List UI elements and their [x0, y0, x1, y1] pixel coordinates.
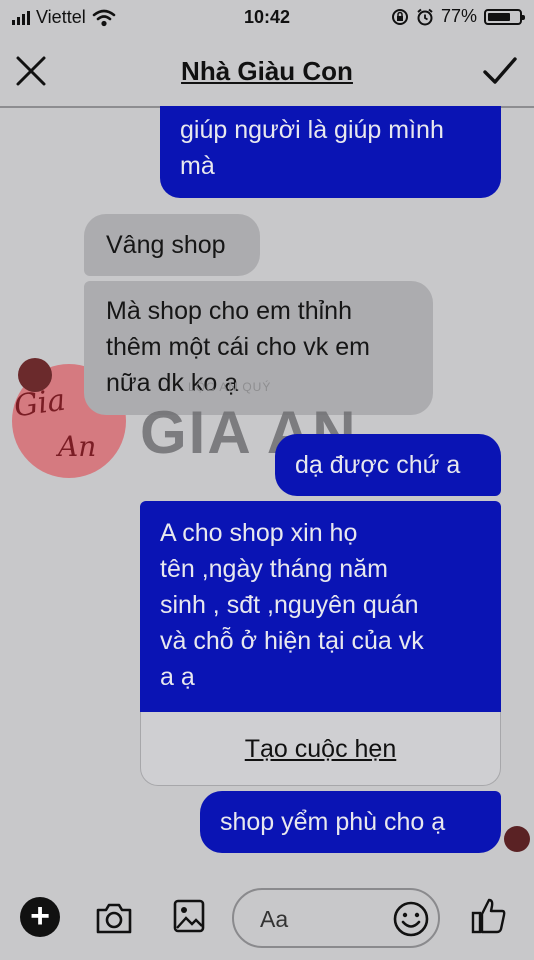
seen-avatar: [504, 826, 530, 852]
alarm-icon: [417, 8, 433, 25]
message-text: A cho shop xin họ tên ,ngày tháng năm si…: [160, 519, 424, 691]
message-bubble-incoming[interactable]: Mà shop cho em thỉnh thêm một cái cho vk…: [84, 281, 433, 415]
watermark-script-top: Gia: [11, 382, 68, 425]
conversation-title[interactable]: Nhà Giàu Con: [0, 56, 534, 87]
status-bar: Viettel 10:42 77%: [0, 0, 534, 34]
message-bubble-outgoing[interactable]: dạ được chứ a: [275, 434, 501, 496]
emoji-icon[interactable]: [392, 900, 430, 938]
battery-icon: [484, 8, 525, 25]
plus-icon[interactable]: +: [20, 897, 60, 937]
message-text: dạ được chứ a: [295, 451, 461, 479]
watermark-script-bottom: An: [58, 430, 97, 463]
message-text: shop yểm phù cho ạ: [220, 808, 446, 836]
status-right-group: 77%: [391, 6, 525, 27]
message-bubble-outgoing[interactable]: shop yểm phù cho ạ: [200, 791, 501, 853]
message-text: giúp người là giúp mình mà: [180, 116, 444, 180]
camera-icon[interactable]: [94, 900, 134, 936]
message-card-outgoing[interactable]: A cho shop xin họ tên ,ngày tháng năm si…: [140, 501, 501, 712]
watermark-small-text: LỘC AN QUÝ: [188, 380, 272, 394]
create-appointment-button[interactable]: Tạo cuộc hẹn: [140, 712, 501, 786]
create-appointment-label: Tạo cuộc hẹn: [244, 735, 397, 763]
checkmark-icon[interactable]: [482, 54, 518, 88]
battery-percent: 77%: [440, 6, 477, 26]
conversation-header: Nhà Giàu Con: [0, 34, 534, 108]
battery-fill: [488, 12, 511, 21]
like-icon[interactable]: [470, 896, 508, 936]
message-bubble-incoming[interactable]: Vâng shop: [84, 214, 260, 276]
rotation-lock-icon: [391, 8, 408, 25]
message-input-wrapper: [232, 888, 440, 948]
image-icon[interactable]: [172, 898, 206, 934]
composer-bar: +: [0, 876, 534, 960]
message-bubble-outgoing[interactable]: giúp người là giúp mình mà: [160, 106, 501, 198]
message-text: Vâng shop: [106, 231, 226, 259]
message-input[interactable]: [258, 902, 382, 936]
